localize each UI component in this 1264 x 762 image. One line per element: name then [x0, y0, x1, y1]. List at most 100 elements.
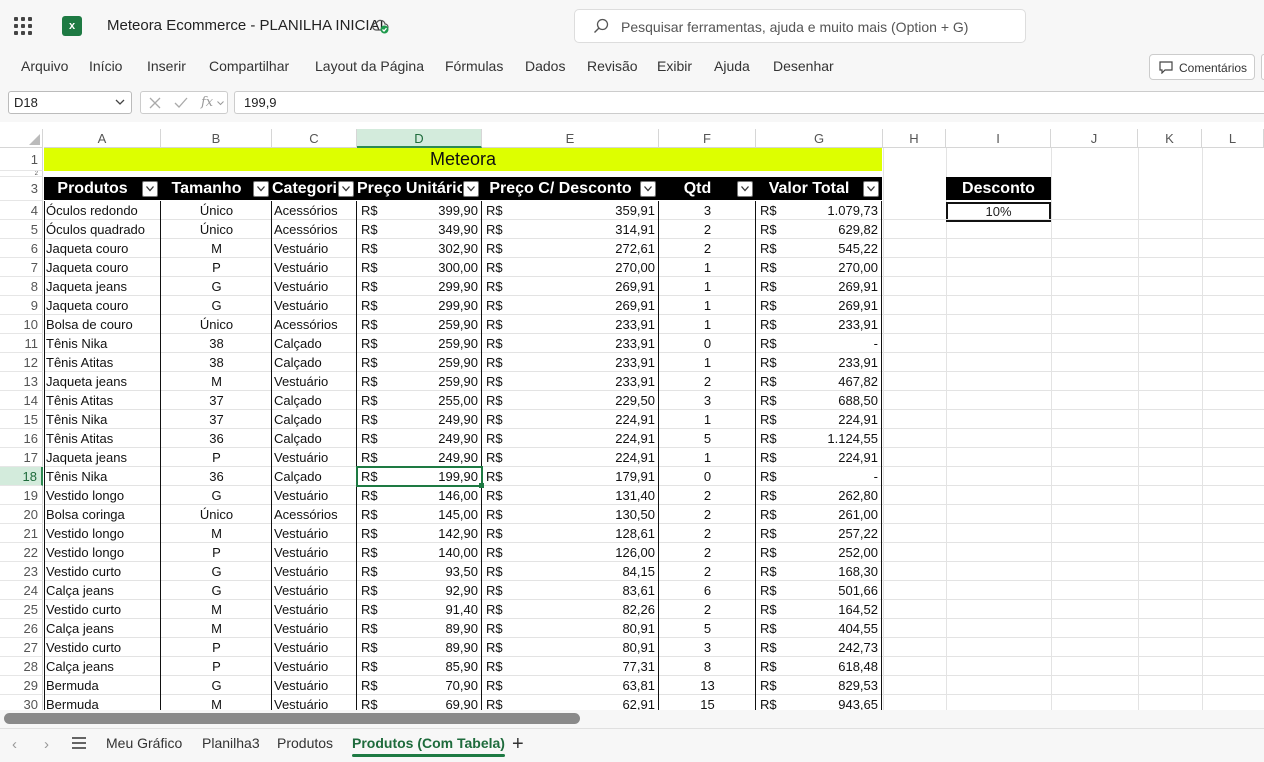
column-header-a[interactable]: A	[44, 129, 161, 148]
row-header-17[interactable]: 17	[0, 448, 43, 467]
cell-product[interactable]: Tênis Nika	[44, 467, 161, 486]
menu-revisao[interactable]: Revisão	[587, 58, 638, 74]
cell-qty[interactable]: 1	[659, 410, 756, 429]
menu-desenhar[interactable]: Desenhar	[773, 58, 834, 74]
cell-discount-price[interactable]: 131,40	[482, 486, 659, 505]
cell-discount-price[interactable]: 83,61	[482, 581, 659, 600]
row-header-3[interactable]: 3	[0, 177, 43, 201]
menu-inserir[interactable]: Inserir	[147, 58, 186, 74]
cell-qty[interactable]: 2	[659, 543, 756, 562]
cell-qty[interactable]: 5	[659, 429, 756, 448]
column-header-h[interactable]: H	[883, 129, 946, 148]
cell-category[interactable]: Vestuário	[272, 448, 357, 467]
row-header-1[interactable]: 1	[0, 148, 43, 171]
cell-qty[interactable]: 8	[659, 657, 756, 676]
app-launcher-icon[interactable]	[14, 17, 32, 35]
cloud-saved-icon[interactable]	[372, 18, 390, 34]
column-header-i[interactable]: I	[946, 129, 1051, 148]
row-header-20[interactable]: 20	[0, 505, 43, 524]
cell-product[interactable]: Tênis Atitas	[44, 353, 161, 372]
cell-category[interactable]: Vestuário	[272, 638, 357, 657]
menu-inicio[interactable]: Início	[89, 58, 122, 74]
row-header-5[interactable]: 5	[0, 220, 43, 239]
cell-size[interactable]: Único	[161, 220, 272, 239]
discount-label[interactable]: Desconto	[946, 177, 1051, 200]
cell-size[interactable]: G	[161, 676, 272, 695]
confirm-check-icon[interactable]	[174, 97, 188, 109]
row-header-29[interactable]: 29	[0, 676, 43, 695]
menu-exibir[interactable]: Exibir	[657, 58, 692, 74]
cell-category[interactable]: Acessórios	[272, 315, 357, 334]
row-header-19[interactable]: 19	[0, 486, 43, 505]
cell-category[interactable]: Calçado	[272, 353, 357, 372]
cell-category[interactable]: Vestuário	[272, 372, 357, 391]
cell-size[interactable]: M	[161, 695, 272, 710]
menu-layout-da-pagina[interactable]: Layout da Página	[315, 58, 424, 74]
cell-size[interactable]: P	[161, 258, 272, 277]
cell-qty[interactable]: 6	[659, 581, 756, 600]
cell-qty[interactable]: 5	[659, 619, 756, 638]
row-header-26[interactable]: 26	[0, 619, 43, 638]
table-header-2[interactable]: Categoria	[272, 177, 337, 200]
cell-qty[interactable]: 2	[659, 524, 756, 543]
cell-product[interactable]: Jaqueta jeans	[44, 277, 161, 296]
cell-category[interactable]: Calçado	[272, 467, 357, 486]
menu-compartilhar[interactable]: Compartilhar	[209, 58, 289, 74]
cell-category[interactable]: Calçado	[272, 410, 357, 429]
cell-discount-price[interactable]: 229,50	[482, 391, 659, 410]
cell-qty[interactable]: 1	[659, 315, 756, 334]
cell-discount-price[interactable]: 233,91	[482, 372, 659, 391]
table-header-6[interactable]: Valor Total	[756, 177, 862, 200]
row-header-7[interactable]: 7	[0, 258, 43, 277]
scrollbar-thumb[interactable]	[4, 713, 580, 724]
cell-discount-price[interactable]: 272,61	[482, 239, 659, 258]
row-header-13[interactable]: 13	[0, 372, 43, 391]
table-header-3[interactable]: Preço Unitário	[357, 177, 462, 200]
search-box[interactable]: Pesquisar ferramentas, ajuda e muito mai…	[574, 9, 1026, 43]
cell-product[interactable]: Vestido longo	[44, 524, 161, 543]
cell-size[interactable]: 36	[161, 467, 272, 486]
cell-qty[interactable]: 2	[659, 220, 756, 239]
cell-discount-price[interactable]: 62,91	[482, 695, 659, 710]
row-header-11[interactable]: 11	[0, 334, 43, 353]
row-header-30[interactable]: 30	[0, 695, 43, 710]
cell-discount-price[interactable]: 269,91	[482, 296, 659, 315]
cell-product[interactable]: Tênis Nika	[44, 334, 161, 353]
cell-size[interactable]: 37	[161, 391, 272, 410]
cell-category[interactable]: Vestuário	[272, 296, 357, 315]
cell-product[interactable]: Bermuda	[44, 695, 161, 710]
prev-sheet-icon[interactable]: ‹	[12, 736, 17, 753]
cell-discount-price[interactable]: 130,50	[482, 505, 659, 524]
cell-qty[interactable]: 0	[659, 467, 756, 486]
column-header-b[interactable]: B	[161, 129, 272, 148]
row-header-6[interactable]: 6	[0, 239, 43, 258]
row-header-10[interactable]: 10	[0, 315, 43, 334]
cell-size[interactable]: 36	[161, 429, 272, 448]
menu-formulas[interactable]: Fórmulas	[445, 58, 503, 74]
cell-product[interactable]: Jaqueta couro	[44, 239, 161, 258]
row-header-15[interactable]: 15	[0, 410, 43, 429]
cell-qty[interactable]: 2	[659, 562, 756, 581]
cell-category[interactable]: Vestuário	[272, 543, 357, 562]
add-sheet-button[interactable]: +	[512, 733, 524, 756]
cell-category[interactable]: Vestuário	[272, 619, 357, 638]
menu-dados[interactable]: Dados	[525, 58, 565, 74]
cell-category[interactable]: Vestuário	[272, 581, 357, 600]
cell-category[interactable]: Vestuário	[272, 600, 357, 619]
cell-size[interactable]: Único	[161, 505, 272, 524]
cell-discount-price[interactable]: 126,00	[482, 543, 659, 562]
cell-category[interactable]: Acessórios	[272, 220, 357, 239]
cell-qty[interactable]: 3	[659, 391, 756, 410]
cell-category[interactable]: Calçado	[272, 391, 357, 410]
cell-product[interactable]: Tênis Nika	[44, 410, 161, 429]
row-header-12[interactable]: 12	[0, 353, 43, 372]
filter-dropdown-button[interactable]	[863, 181, 879, 197]
cell-discount-price[interactable]: 77,31	[482, 657, 659, 676]
cell-size[interactable]: M	[161, 524, 272, 543]
cell-discount-price[interactable]: 179,91	[482, 467, 659, 486]
column-header-k[interactable]: K	[1138, 129, 1202, 148]
cell-size[interactable]: G	[161, 296, 272, 315]
cell-category[interactable]: Vestuário	[272, 676, 357, 695]
filter-dropdown-button[interactable]	[338, 181, 354, 197]
row-header-8[interactable]: 8	[0, 277, 43, 296]
